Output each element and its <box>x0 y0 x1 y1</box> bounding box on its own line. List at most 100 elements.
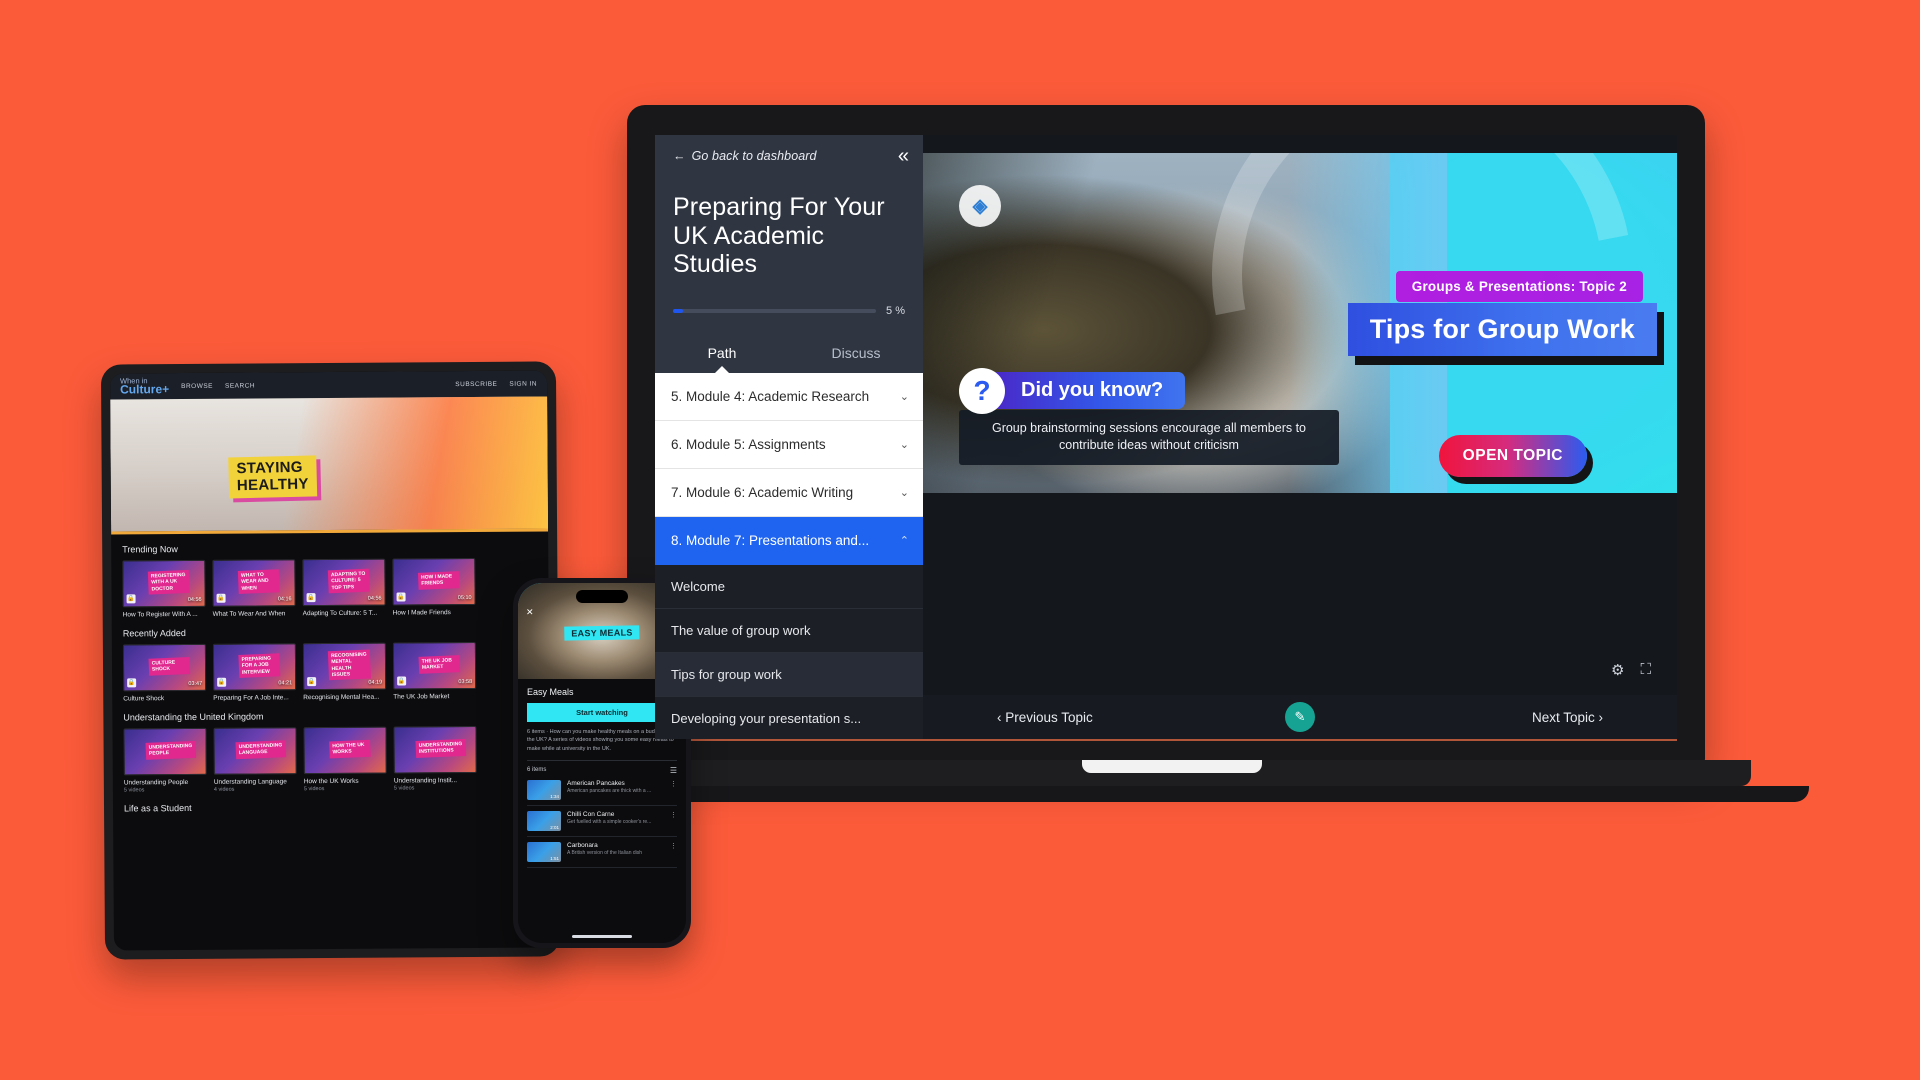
collapse-sidebar-icon[interactable]: « <box>898 146 909 166</box>
brand-logo[interactable]: When in Culture+ <box>120 376 170 397</box>
sort-icon[interactable]: ☰ <box>670 766 677 775</box>
card-duration: 04:16 <box>277 596 292 603</box>
video-card[interactable]: THE UK JOB MARKET 🔒 03:58 The UK Job Market <box>392 641 477 701</box>
content-section: Recently Added CULTURE SHOCK 🔒 03:47 Culture… <box>112 615 550 702</box>
section-heading: Trending Now <box>122 544 178 555</box>
video-card[interactable]: HOW I MADE FRIENDS 🔒 05:10 How I Made Frien… <box>392 557 476 617</box>
video-card[interactable]: UNDERSTANDING INSTITUTIONS Understanding … <box>393 725 477 792</box>
question-mark-icon: ? <box>959 367 1005 414</box>
list-item[interactable]: 2:01 Chilli Con Carne Get fuelled with a s… <box>527 806 677 837</box>
more-vertical-icon[interactable]: ⋮ <box>670 811 677 819</box>
card-thumbnail: UNDERSTANDING LANGUAGE <box>213 727 297 775</box>
sidebar-top: ← Go back to dashboard « <box>655 135 923 166</box>
dynamic-island <box>576 590 628 603</box>
nav-sign-in[interactable]: SIGN IN <box>509 380 537 387</box>
card-subtitle: 5 videos <box>123 787 145 794</box>
phone-item-count: 6 items <box>527 767 547 774</box>
card-title: How the UK Works <box>303 777 359 786</box>
card-thumbnail: HOW I MADE FRIENDS 🔒 05:10 <box>392 557 476 606</box>
card-duration: 03:47 <box>188 680 203 687</box>
progress-percent-label: 5 % <box>886 304 905 317</box>
course-sidebar: ← Go back to dashboard « Preparing For Y… <box>655 135 923 739</box>
module-list: 5. Module 4: Academic Research ⌄ 6. Module… <box>655 372 923 739</box>
tab-path[interactable]: Path <box>655 339 789 373</box>
item-thumbnail: 2:01 <box>527 810 561 831</box>
tablet-content-sections: Trending Now REGISTERING WITH A UK DOCTOR… <box>111 531 550 813</box>
tablet-mockup: When in Culture+ BROWSE SEARCH SUBSCRIBE… <box>100 361 561 960</box>
slide-title: Tips for Group Work <box>1347 303 1657 356</box>
video-card[interactable]: ADAPTING TO CULTURE: 5 TOP TIPS 🔒 04:56 Ada… <box>302 558 386 617</box>
brand-line-2: Culture+ <box>120 381 170 397</box>
laptop-lid: ← Go back to dashboard « Preparing For Y… <box>627 105 1705 765</box>
more-vertical-icon[interactable]: ⋮ <box>670 842 677 850</box>
video-card[interactable]: UNDERSTANDING LANGUAGE Understanding Lang… <box>213 727 297 793</box>
module-item[interactable]: 6. Module 5: Assignments ⌄ <box>655 420 923 469</box>
chevron-icon: ⌃ <box>899 534 909 547</box>
video-card[interactable]: WHAT TO WEAR AND WHEN 🔒 04:16 What To Wear … <box>212 559 296 618</box>
nav-subscribe[interactable]: SUBSCRIBE <box>455 380 497 387</box>
subtopic-item[interactable]: The value of group work <box>655 608 923 653</box>
next-topic-link[interactable]: Next Topic › <box>1532 710 1603 725</box>
home-indicator <box>572 935 632 938</box>
did-you-know-header: ? Did you know? <box>959 367 1339 414</box>
tablet-hero-banner[interactable]: STAYING HEALTHY <box>110 396 549 535</box>
chevron-icon: ⌄ <box>899 438 909 451</box>
lock-icon: 🔒 <box>396 592 406 602</box>
item-subtitle: American pancakes are thick with a ... <box>567 787 652 794</box>
gear-icon[interactable]: ⚙ <box>1611 661 1624 679</box>
close-icon[interactable]: ✕ <box>526 607 534 618</box>
go-back-label: Go back to dashboard <box>691 149 817 163</box>
go-back-to-dashboard-link[interactable]: ← Go back to dashboard <box>673 149 905 163</box>
card-thumbnail: PREPARING FOR A JOB INTERVIEW 🔒 04:21 <box>212 643 297 691</box>
topic-navigation: ‹ Previous Topic ✎ Next Topic › <box>923 695 1677 739</box>
card-title: Preparing For A Job Inte... <box>213 694 289 702</box>
video-card[interactable]: RECOGNISING MENTAL HEALTH ISSUES 🔒 04:19 Re… <box>302 642 387 701</box>
chevron-icon: ⌄ <box>899 390 909 403</box>
hero-line-2: HEALTHY <box>236 475 309 495</box>
list-item[interactable]: 1:34 American Pancakes American pancakes a… <box>527 775 677 806</box>
video-card[interactable]: UNDERSTANDING PEOPLE Understanding People… <box>123 727 207 794</box>
tab-discuss[interactable]: Discuss <box>789 339 923 373</box>
section-heading: Recently Added <box>122 628 186 639</box>
chevron-icon: ⌄ <box>899 486 909 499</box>
lock-icon: 🔒 <box>397 676 407 686</box>
card-thumbnail: THE UK JOB MARKET 🔒 03:58 <box>392 641 477 690</box>
did-you-know-heading: Did you know? <box>991 372 1186 409</box>
video-card[interactable]: REGISTERING WITH A UK DOCTOR 🔒 04:56 How To… <box>122 559 206 618</box>
more-vertical-icon[interactable]: ⋮ <box>670 780 677 788</box>
previous-topic-link[interactable]: ‹ Previous Topic <box>997 710 1093 725</box>
list-item[interactable]: 1:51 Carbonara A British version of the It… <box>527 837 677 868</box>
subtopic-item[interactable]: Tips for group work <box>655 652 923 697</box>
nav-browse[interactable]: BROWSE <box>181 382 213 389</box>
sidebar-tabs: Path Discuss <box>655 339 923 373</box>
open-topic-button[interactable]: OPEN TOPIC <box>1438 435 1587 477</box>
pencil-icon[interactable]: ✎ <box>1285 702 1315 732</box>
course-badge-icon: ◈ <box>959 185 1001 227</box>
subtopic-item[interactable]: Welcome <box>655 564 923 609</box>
video-card[interactable]: CULTURE SHOCK 🔒 03:47 Culture Shock <box>122 643 207 702</box>
lock-icon: 🔒 <box>307 677 317 687</box>
module-label: 6. Module 5: Assignments <box>671 436 826 452</box>
content-section: Understanding the United Kingdom UNDERSTA… <box>112 699 550 793</box>
module-item[interactable]: 7. Module 6: Academic Writing ⌄ <box>655 468 923 517</box>
hero-badge: STAYING HEALTHY <box>228 455 318 498</box>
card-title: How I Made Friends <box>392 609 451 617</box>
laptop-trackpad-notch <box>1082 760 1262 773</box>
module-label: 8. Module 7: Presentations and... <box>671 532 870 548</box>
lock-icon: 🔒 <box>217 677 227 687</box>
tablet-screen: When in Culture+ BROWSE SEARCH SUBSCRIBE… <box>109 370 552 951</box>
card-duration: 04:19 <box>368 679 383 686</box>
video-card[interactable]: PREPARING FOR A JOB INTERVIEW 🔒 04:21 Prepa… <box>212 643 297 702</box>
lock-icon: 🔒 <box>126 594 136 604</box>
card-row: REGISTERING WITH A UK DOCTOR 🔒 04:56 How To… <box>122 557 537 618</box>
subtopic-item[interactable]: Developing your presentation s... <box>655 696 923 739</box>
card-thumbnail: UNDERSTANDING PEOPLE <box>123 727 207 776</box>
card-subtitle: 5 videos <box>393 785 415 792</box>
nav-search[interactable]: SEARCH <box>225 382 255 389</box>
video-card[interactable]: HOW THE UK WORKS How the UK Works 5 videos <box>303 726 387 792</box>
course-title: Preparing For Your UK Academic Studies <box>673 193 885 278</box>
module-item[interactable]: 8. Module 7: Presentations and... ⌃ <box>655 516 923 565</box>
module-item[interactable]: 5. Module 4: Academic Research ⌄ <box>655 372 923 421</box>
fullscreen-icon[interactable]: ⛶ <box>1640 661 1651 679</box>
card-overlay-tag: UNDERSTANDING INSTITUTIONS <box>414 738 466 758</box>
